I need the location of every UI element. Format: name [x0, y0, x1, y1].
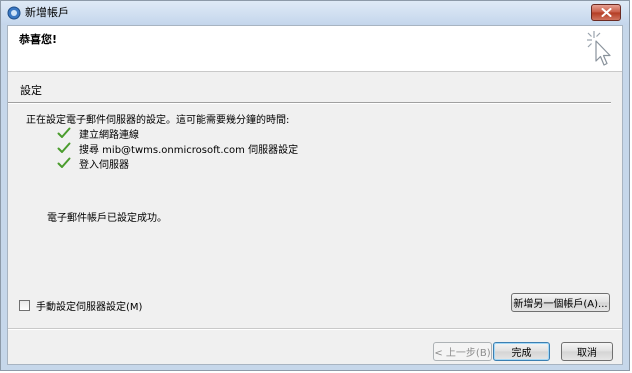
step-label: 建立網路連線: [79, 129, 139, 141]
header-title: 恭喜您!: [19, 33, 58, 46]
step-label: 搜尋 mib@twms.onmicrosoft.com 伺服器設定: [79, 144, 299, 156]
header-band: 恭喜您!: [8, 26, 622, 72]
add-another-account-button[interactable]: 新增另一個帳戶(A)...: [511, 293, 610, 312]
progress-intro-text: 正在設定電子郵件伺服器的設定。這可能需要幾分鐘的時間:: [26, 115, 290, 126]
checkmark-icon: [57, 142, 71, 153]
outlook-app-icon: [7, 6, 21, 20]
step-item: 建立網路連線: [57, 126, 139, 141]
step-label: 登入伺服器: [79, 159, 129, 171]
cursor-sparkle-icon: [587, 31, 611, 66]
window-title: 新增帳戶: [25, 6, 69, 19]
section-divider: [8, 102, 611, 104]
checkmark-icon: [57, 157, 71, 168]
close-icon: [601, 8, 611, 17]
footer-divider: [8, 328, 622, 330]
add-account-dialog: 新增帳戶 恭喜您! 設定 正在設定電子郵件伺服器的設定。這可能需要幾分鐘的時間:…: [0, 0, 630, 371]
back-button[interactable]: < 上一步(B): [433, 342, 492, 361]
manual-setup-option[interactable]: 手動設定伺服器設定(M): [19, 298, 142, 313]
cancel-button[interactable]: 取消: [561, 342, 613, 361]
step-item: 搜尋 mib@twms.onmicrosoft.com 伺服器設定: [57, 141, 299, 156]
close-button[interactable]: [591, 4, 621, 21]
success-message: 電子郵件帳戶已設定成功。: [47, 213, 167, 224]
finish-button[interactable]: 完成: [493, 342, 550, 361]
manual-setup-checkbox[interactable]: [19, 300, 30, 311]
section-title: 設定: [20, 84, 42, 97]
dialog-content: 恭喜您! 設定 正在設定電子郵件伺服器的設定。這可能需要幾分鐘的時間: 建立網路…: [7, 25, 623, 365]
checkmark-icon: [57, 127, 71, 138]
manual-setup-label[interactable]: 手動設定伺服器設定(M): [36, 298, 142, 313]
step-item: 登入伺服器: [57, 156, 129, 171]
title-bar[interactable]: 新增帳戶: [1, 1, 629, 25]
